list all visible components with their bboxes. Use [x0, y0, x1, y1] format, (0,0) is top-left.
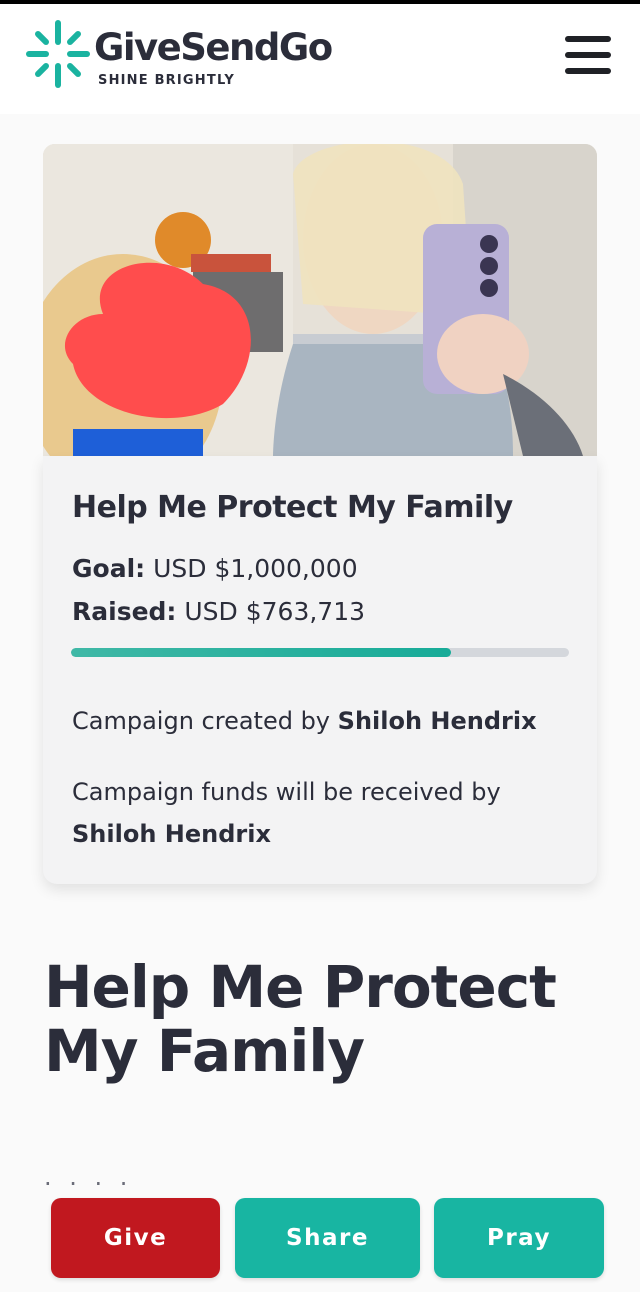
campaign-description-cutoff: · · · ·: [44, 1170, 133, 1186]
campaign-heading: Help Me Protect My Family: [44, 953, 557, 1085]
share-button[interactable]: Share: [235, 1198, 420, 1278]
funding-progress-bar: [71, 648, 569, 657]
site-header: GiveSendGo SHINE BRIGHTLY: [0, 4, 640, 114]
created-by-text: Campaign created by: [72, 707, 331, 735]
campaign-summary-card: Help Me Protect My Family Goal: USD $1,0…: [43, 456, 597, 884]
beneficiary-name[interactable]: Shiloh Hendrix: [72, 820, 271, 848]
raised-label: Raised:: [72, 597, 177, 626]
creator-name[interactable]: Shiloh Hendrix: [338, 707, 537, 735]
campaign-photo-image: [43, 144, 597, 456]
goal-value: USD $1,000,000: [153, 554, 358, 583]
campaign-title: Help Me Protect My Family: [72, 490, 513, 525]
brand-name: GiveSendGo: [94, 26, 333, 69]
goal-label: Goal:: [72, 554, 146, 583]
raised-value: USD $763,713: [184, 597, 366, 626]
funding-progress-fill: [71, 648, 452, 657]
campaign-beneficiary: Campaign funds will be received by Shilo…: [72, 771, 572, 855]
action-bar: Give Share Pray: [0, 1186, 640, 1292]
pray-button[interactable]: Pray: [434, 1198, 604, 1278]
give-button[interactable]: Give: [51, 1198, 220, 1278]
hamburger-menu-icon[interactable]: [562, 32, 614, 78]
campaign-creator: Campaign created by Shiloh Hendrix: [72, 700, 537, 742]
brand-tagline: SHINE BRIGHTLY: [98, 73, 236, 88]
givesendgo-logo[interactable]: GiveSendGo SHINE BRIGHTLY: [26, 20, 356, 92]
goal-row: Goal: USD $1,000,000: [72, 554, 358, 583]
funds-received-text: Campaign funds will be received by: [72, 778, 501, 806]
campaign-photo: [43, 144, 597, 456]
raised-row: Raised: USD $763,713: [72, 597, 365, 626]
sparkle-logo-icon: [26, 20, 90, 88]
